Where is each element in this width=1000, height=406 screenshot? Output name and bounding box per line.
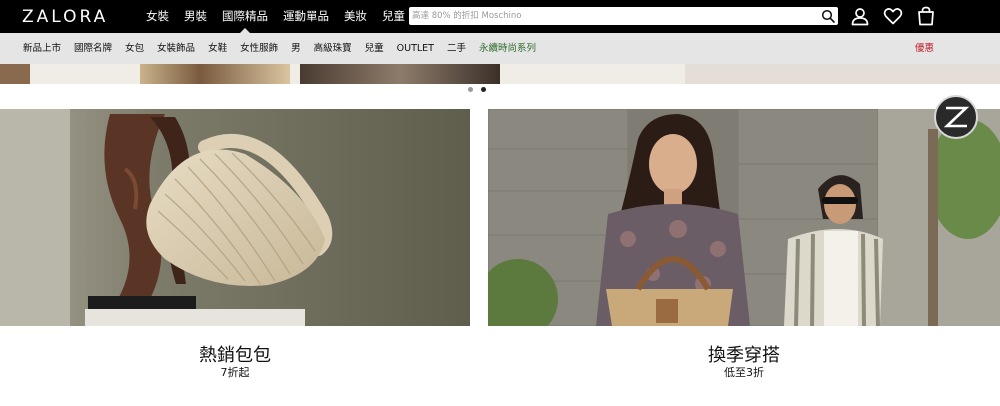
hero-image-fragment <box>140 64 290 84</box>
hero-banner[interactable] <box>0 64 1000 84</box>
carousel-dot-active[interactable] <box>481 87 486 92</box>
search-icon[interactable] <box>821 9 835 23</box>
promo-image-bags[interactable] <box>0 109 470 326</box>
hero-image-fragment <box>0 64 30 84</box>
account-icon[interactable] <box>850 6 870 26</box>
category-women-shoes[interactable]: 女鞋 <box>208 33 227 64</box>
category-new-arrivals[interactable]: 新品上市 <box>23 33 61 64</box>
zalora-logo[interactable]: ZALORA <box>22 7 108 27</box>
category-outlet[interactable]: OUTLET <box>397 33 434 64</box>
promo-image-seasonal[interactable] <box>488 109 1000 326</box>
nav-women[interactable]: 女裝 <box>146 0 169 33</box>
category-bar: 新品上市 國際名牌 女包 女裝飾品 女鞋 女性服飾 男 高級珠寶 兒童 OUTL… <box>0 33 1000 64</box>
category-sustainable[interactable]: 永續時尚系列 <box>479 33 536 64</box>
search-bar <box>409 7 838 25</box>
nav-beauty[interactable]: 美妝 <box>344 0 367 33</box>
promo-subtitle-seasonal: 低至3折 <box>724 366 764 379</box>
category-men[interactable]: 男 <box>291 33 301 64</box>
category-nav: 新品上市 國際名牌 女包 女裝飾品 女鞋 女性服飾 男 高級珠寶 兒童 OUTL… <box>23 33 549 64</box>
wishlist-heart-icon[interactable] <box>883 6 903 26</box>
top-header: ZALORA 女裝 男裝 國際精品 運動單品 美妝 兒童 <box>0 0 1000 33</box>
category-designer-brands[interactable]: 國際名牌 <box>74 33 112 64</box>
category-women-bags[interactable]: 女包 <box>125 33 144 64</box>
main-nav: 女裝 男裝 國際精品 運動單品 美妝 兒童 <box>146 0 420 33</box>
hero-image-fragment <box>300 64 500 84</box>
category-kids[interactable]: 兒童 <box>365 33 384 64</box>
nav-sports[interactable]: 運動單品 <box>283 0 329 33</box>
category-women-accessories[interactable]: 女裝飾品 <box>157 33 195 64</box>
search-input[interactable] <box>412 7 812 25</box>
nav-men[interactable]: 男裝 <box>184 0 207 33</box>
sale-link[interactable]: 優惠 <box>915 33 934 64</box>
category-fine-jewelry[interactable]: 高級珠寶 <box>314 33 352 64</box>
category-women-clothing[interactable]: 女性服飾 <box>240 33 278 64</box>
handbag-photo <box>0 109 470 326</box>
carousel-indicator <box>468 87 494 92</box>
couple-photo <box>488 109 1000 326</box>
category-preowned[interactable]: 二手 <box>447 33 466 64</box>
nav-luxury[interactable]: 國際精品 <box>222 0 268 33</box>
nav-kids[interactable]: 兒童 <box>382 0 405 33</box>
promo-subtitle-bags: 7折起 <box>220 366 250 379</box>
z-logo-icon <box>943 106 970 128</box>
carousel-dot[interactable] <box>468 87 473 92</box>
hero-image-fragment <box>685 64 1000 84</box>
header-actions <box>837 6 936 26</box>
zalora-chat-button[interactable] <box>934 95 978 139</box>
shopping-bag-icon[interactable] <box>916 6 936 26</box>
